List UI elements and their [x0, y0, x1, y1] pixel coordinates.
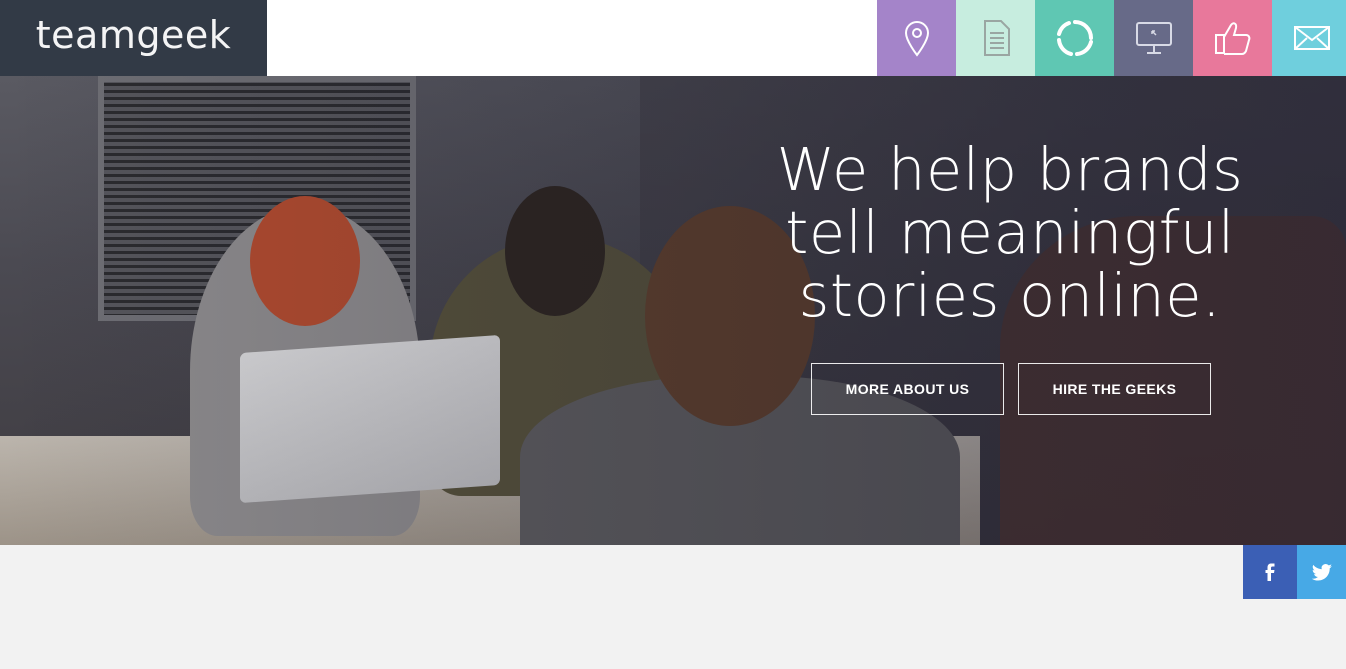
nav-item-work[interactable]	[1114, 0, 1193, 76]
facebook-button[interactable]	[1243, 545, 1297, 599]
logo-text: teamgeek	[35, 13, 232, 57]
twitter-button[interactable]	[1297, 545, 1346, 599]
refresh-circle-icon	[1056, 20, 1093, 56]
map-pin-icon	[904, 21, 929, 57]
monitor-icon	[1135, 22, 1172, 54]
thumbs-up-icon	[1214, 22, 1250, 55]
nav-item-document[interactable]	[956, 0, 1035, 76]
nav-item-social[interactable]	[1193, 0, 1272, 76]
headline-line: tell meaningful	[785, 198, 1235, 267]
nav-item-contact[interactable]	[1272, 0, 1346, 76]
document-icon	[983, 20, 1010, 56]
more-about-us-button[interactable]: MORE ABOUT US	[811, 363, 1004, 415]
twitter-icon	[1311, 564, 1332, 581]
hero-headline: We help brands tell meaningful stories o…	[760, 138, 1260, 327]
hire-the-geeks-button[interactable]: HIRE THE GEEKS	[1018, 363, 1211, 415]
social-links	[1243, 545, 1346, 599]
site-header: teamgeek	[0, 0, 1346, 76]
nav-item-location[interactable]	[877, 0, 956, 76]
headline-line: stories online.	[798, 261, 1222, 330]
logo[interactable]: teamgeek	[0, 0, 267, 76]
envelope-icon	[1293, 26, 1330, 50]
nav-item-process[interactable]	[1035, 0, 1114, 76]
top-nav	[877, 0, 1346, 76]
headline-line: We help brands	[776, 135, 1244, 204]
hero-section: We help brands tell meaningful stories o…	[0, 76, 1346, 545]
facebook-icon	[1265, 563, 1275, 581]
